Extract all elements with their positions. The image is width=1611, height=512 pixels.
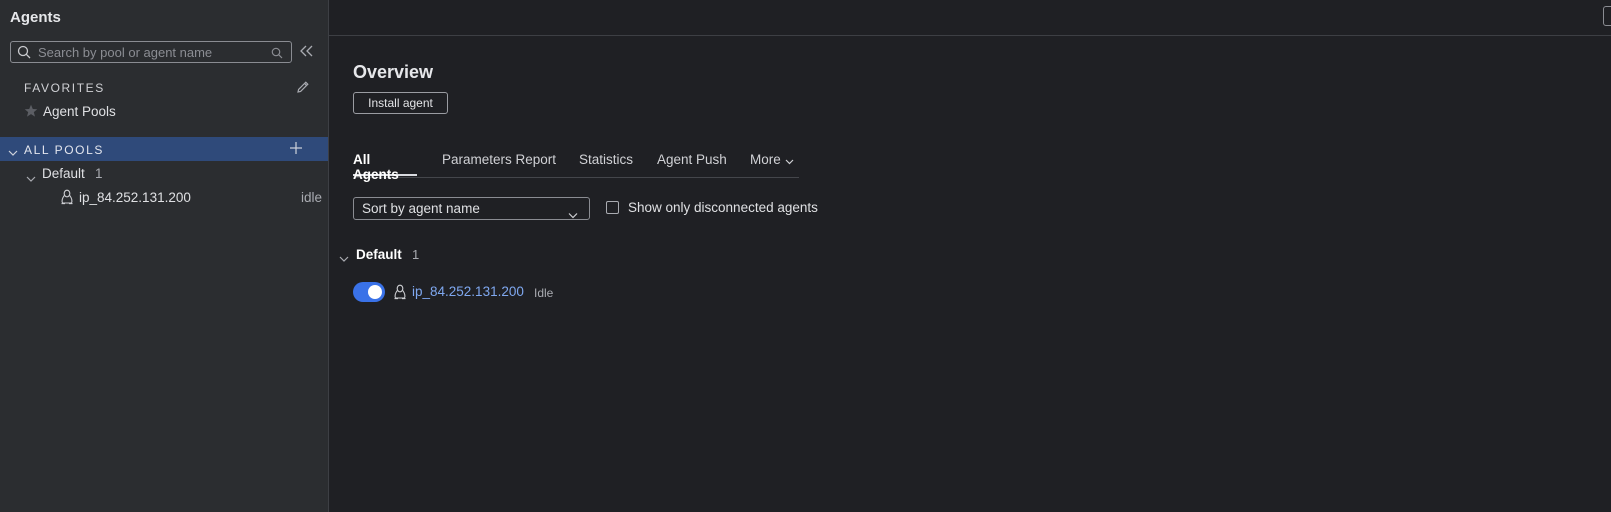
search-box[interactable]	[10, 41, 292, 63]
pool-name: Default	[42, 166, 85, 181]
agents-app: Agents FAVORITES Agent Pools	[0, 0, 1611, 512]
main-content: Overview Install agent All Agents Parame…	[329, 36, 1611, 512]
all-pools-label: ALL POOLS	[24, 143, 104, 157]
top-right-control[interactable]	[1603, 6, 1611, 26]
chevron-down-icon	[26, 170, 36, 188]
tab-more[interactable]: More	[750, 152, 794, 176]
sort-select-value: Sort by agent name	[362, 201, 480, 216]
install-agent-button[interactable]: Install agent	[353, 92, 448, 114]
agent-status: Idle	[534, 286, 554, 300]
agent-name-link[interactable]: ip_84.252.131.200	[412, 284, 524, 299]
tab-all-agents[interactable]: All Agents	[353, 152, 417, 182]
chevron-down-icon	[8, 144, 18, 162]
star-icon	[24, 104, 38, 123]
linux-icon	[60, 189, 74, 210]
chevron-down-icon	[568, 206, 578, 224]
group-name: Default	[356, 247, 402, 262]
tab-parameters-report[interactable]: Parameters Report	[442, 152, 556, 176]
disconnected-checkbox-label: Show only disconnected agents	[628, 200, 818, 215]
disconnected-checkbox[interactable]	[606, 201, 619, 214]
add-pool-icon[interactable]	[289, 141, 303, 160]
sidebar: Agents FAVORITES Agent Pools	[0, 0, 329, 512]
pool-agent-count: 1	[95, 166, 103, 181]
agent-list-item: ip_84.252.131.200 Idle	[353, 281, 613, 303]
toggle-knob	[368, 285, 382, 299]
sidebar-agent-item[interactable]: ip_84.252.131.200 idle	[60, 188, 322, 208]
search-icon	[17, 45, 31, 64]
tab-more-label: More	[750, 152, 781, 167]
favorite-item-label: Agent Pools	[43, 104, 116, 119]
agent-status: idle	[300, 190, 322, 205]
pool-group-default[interactable]: Default 1	[339, 244, 639, 264]
group-count: 1	[412, 247, 420, 262]
linux-icon	[393, 284, 407, 305]
agent-enabled-toggle[interactable]	[353, 282, 385, 302]
disconnected-filter[interactable]: Show only disconnected agents	[606, 199, 846, 217]
collapse-sidebar-icon[interactable]	[300, 44, 314, 62]
chevron-down-icon	[339, 250, 349, 268]
tab-bar: All Agents Parameters Report Statistics …	[353, 148, 799, 182]
sidebar-pool-default[interactable]: Default 1	[24, 164, 314, 184]
tab-statistics[interactable]: Statistics	[579, 152, 633, 176]
edit-favorites-icon[interactable]	[296, 80, 310, 99]
agent-name: ip_84.252.131.200	[79, 190, 191, 205]
favorites-heading: FAVORITES	[24, 81, 105, 95]
search-options-icon[interactable]	[271, 46, 283, 64]
search-input[interactable]	[38, 43, 258, 61]
all-pools-header[interactable]: ALL POOLS	[0, 137, 328, 161]
favorite-item-agent-pools[interactable]: Agent Pools	[24, 103, 314, 121]
sort-select[interactable]: Sort by agent name	[353, 197, 590, 220]
tab-agent-push[interactable]: Agent Push	[657, 152, 727, 176]
chevron-down-icon	[785, 153, 794, 168]
top-bar	[329, 0, 1611, 36]
page-title: Overview	[353, 62, 434, 82]
sidebar-title: Agents	[10, 9, 61, 26]
